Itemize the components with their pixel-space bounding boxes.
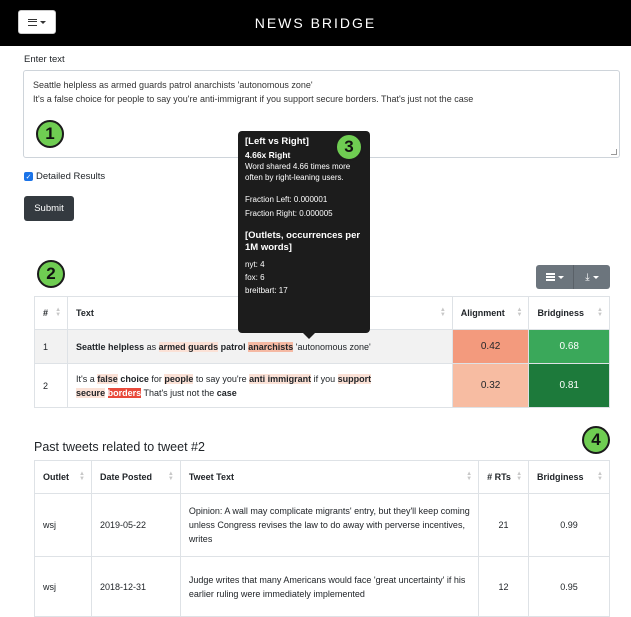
sort-icon: ▲ ▼ [466,471,473,482]
row-text: Seattle helpless as armed guards patrol … [67,329,453,364]
table-row[interactable]: wsj 2019-05-22 Opinion: A wall may compl… [34,493,610,557]
export-menu-button[interactable]: ⤓ [573,265,610,289]
sort-icon: ▲ ▼ [55,307,62,318]
outlet-cell: wsj [34,556,92,617]
tooltip-outlet-fox: fox: 6 [245,273,265,282]
sort-icon: ▲ ▼ [167,471,174,482]
tooltip-outlets-title: [Outlets, occurrences per 1M words] [245,230,361,253]
bridginess-cell: 0.95 [528,556,610,617]
detailed-results-toggle[interactable]: ✓ Detailed Results [24,171,105,182]
navbar: NEWS BRIDGE [0,0,631,46]
col-header-bridginess[interactable]: Bridginess ▲ ▼ [528,460,610,494]
download-icon: ⤓ [585,271,590,283]
sort-icon: ▲ ▼ [439,307,446,318]
col-header-tweet-text[interactable]: Tweet Text ▲ ▼ [179,460,480,494]
col-header-date[interactable]: Date Posted ▲ ▼ [90,460,181,494]
col-header-bridginess[interactable]: Bridginess ▲ ▼ [528,296,610,330]
alignment-cell: 0.32 [451,363,530,408]
text-input-label: Enter text [24,54,65,65]
text-input-line: Seattle helpless as armed guards patrol … [33,80,313,90]
bridginess-cell: 0.68 [528,329,610,364]
sort-icon: ▲ ▼ [79,471,85,482]
text-input-line: It's a false choice for people to say yo… [33,94,474,104]
chevron-down-icon [592,275,599,279]
callout-badge-4: 4 [582,426,610,454]
past-tweets-title: Past tweets related to tweet #2 [34,440,205,454]
row-text: It's a false choice for people to say yo… [67,363,453,408]
col-header-num[interactable]: # ▲ ▼ [33,296,69,330]
sort-icon: ▲ ▼ [516,307,523,318]
detailed-results-label: Detailed Results [36,171,106,182]
rts-cell: 12 [478,556,530,617]
outlet-cell: wsj [34,493,92,557]
app-title: NEWS BRIDGE [254,15,377,31]
date-cell: 2019-05-22 [90,493,181,557]
tooltip-outlet-breitbart: breitbart: 17 [245,286,288,295]
bridginess-cell: 0.99 [528,493,610,557]
list-icon [545,273,555,281]
word-tooltip: [Left vs Right] 4.66x Right Word shared … [238,131,370,333]
row-num: 2 [33,363,69,408]
past-header-row: Outlet ▲ ▼ Date Posted ▲ ▼ Tweet Text ▲ ▼ # RT… [34,460,610,494]
col-header-rts[interactable]: # RTs ▲ ▼ [478,460,530,494]
table-row[interactable]: 2 It's a false choice for people to say … [33,363,610,408]
checkbox-checked-icon[interactable]: ✓ [24,172,33,181]
date-cell: 2018-12-31 [90,556,181,617]
bridginess-cell: 0.81 [528,363,610,408]
callout-badge-1: 1 [36,120,64,148]
sort-icon: ▲ ▼ [597,307,603,318]
resize-handle-icon[interactable] [611,149,617,155]
past-tweets-table: Outlet ▲ ▼ Date Posted ▲ ▼ Tweet Text ▲ ▼ # RT… [34,460,610,617]
table-row[interactable]: wsj 2018-12-31 Judge writes that many Am… [34,556,610,617]
chevron-down-icon [557,275,564,279]
col-header-outlet[interactable]: Outlet ▲ ▼ [34,460,92,494]
row-num: 1 [33,329,69,364]
tooltip-fraction-left: Fraction Left: 0.000001 [245,195,328,204]
tooltip-outlet-nyt: nyt: 4 [245,260,265,269]
alignment-cell: 0.42 [451,329,530,364]
tweet-text-cell: Judge writes that many Americans would f… [179,556,480,617]
tooltip-description: Word shared 4.66 times more often by rig… [245,162,351,182]
submit-button[interactable]: Submit [24,196,74,221]
sort-icon: ▲ ▼ [516,471,523,482]
callout-badge-3: 3 [335,133,363,161]
columns-menu-button[interactable] [536,265,573,289]
table-row[interactable]: 1 Seattle helpless as armed guards patro… [33,329,610,364]
tweet-text-cell: Opinion: A wall may complicate migrants'… [179,493,480,557]
sort-icon: ▲ ▼ [597,471,603,482]
rts-cell: 21 [478,493,530,557]
callout-badge-2: 2 [37,260,65,288]
col-header-alignment[interactable]: Alignment ▲ ▼ [451,296,530,330]
table-toolbar: ⤓ [536,265,610,289]
tooltip-arrow [303,333,315,339]
tooltip-fraction-right: Fraction Right: 0.000005 [245,209,333,218]
